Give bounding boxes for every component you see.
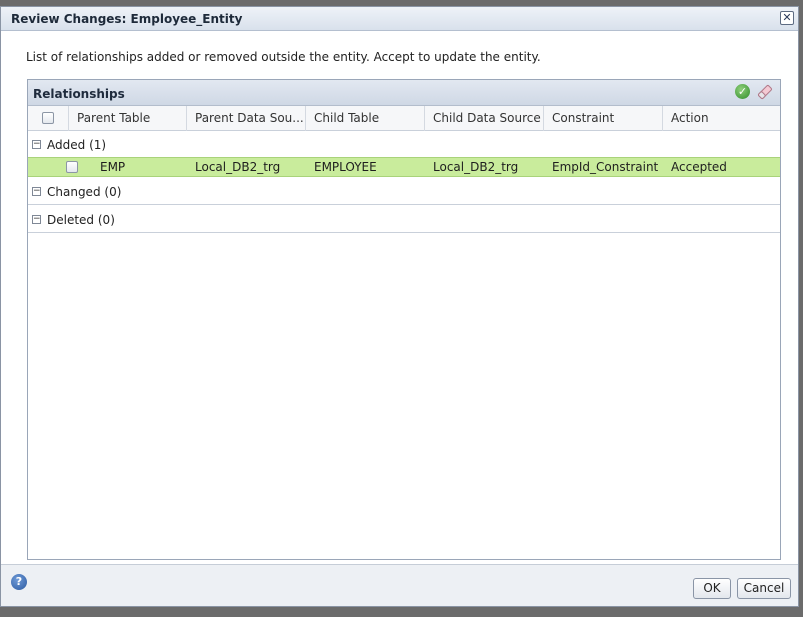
group-changed-count: (0) [104,185,122,199]
check-circle-icon[interactable]: ✓ [735,84,750,99]
group-deleted[interactable]: − Deleted (0) [28,206,780,233]
cell-parent-data-source: Local_DB2_trg [195,160,281,174]
row-checkbox[interactable] [66,161,78,173]
column-parent-data-source[interactable]: Parent Data Sou... [187,106,306,131]
review-changes-dialog: Review Changes: Employee_Entity ✕ List o… [0,6,799,607]
cancel-button[interactable]: Cancel [737,578,791,599]
group-changed-label: Changed (0) [47,185,121,199]
relationships-panel-header: Relationships ✓ [28,80,780,106]
column-constraint[interactable]: Constraint [544,106,663,131]
group-deleted-label: Deleted (0) [47,213,115,227]
cell-child-data-source: Local_DB2_trg [433,160,519,174]
group-added-count: (1) [89,138,107,152]
group-added[interactable]: − Added (1) [28,131,780,157]
dialog-title-bar: Review Changes: Employee_Entity ✕ [1,7,798,31]
cell-child-table: EMPLOYEE [314,160,377,174]
column-child-data-source[interactable]: Child Data Source [425,106,544,131]
close-icon[interactable]: ✕ [780,11,794,25]
cell-action: Accepted [671,160,727,174]
group-changed-name: Changed [47,185,101,199]
column-header-row: Parent Table Parent Data Sou... Child Ta… [28,106,780,131]
table-row[interactable]: EMP Local_DB2_trg EMPLOYEE Local_DB2_trg… [28,157,780,177]
collapse-icon[interactable]: − [32,187,41,196]
instructions-text: List of relationships added or removed o… [26,50,541,64]
dialog-footer: ? OK Cancel [1,564,798,606]
column-action[interactable]: Action [663,106,780,131]
relationships-panel: Relationships ✓ Parent Table Parent Data… [27,79,781,560]
group-changed[interactable]: − Changed (0) [28,178,780,205]
help-icon[interactable]: ? [11,574,27,590]
group-added-name: Added [47,138,86,152]
column-parent-table[interactable]: Parent Table [69,106,187,131]
ok-button[interactable]: OK [693,578,731,599]
group-added-label: Added (1) [47,138,106,152]
column-child-table[interactable]: Child Table [306,106,425,131]
group-deleted-name: Deleted [47,213,95,227]
select-all-cell [28,106,69,131]
cell-constraint: EmpId_Constraint [552,160,659,174]
group-deleted-count: (0) [97,213,115,227]
panel-title: Relationships [33,87,125,101]
dialog-title: Review Changes: Employee_Entity [11,12,243,26]
cell-parent-table: EMP [100,160,126,174]
collapse-icon[interactable]: − [32,215,41,224]
eraser-icon[interactable] [756,83,774,101]
row-select-cell [58,158,78,178]
select-all-checkbox[interactable] [42,112,54,124]
collapse-icon[interactable]: − [32,140,41,149]
